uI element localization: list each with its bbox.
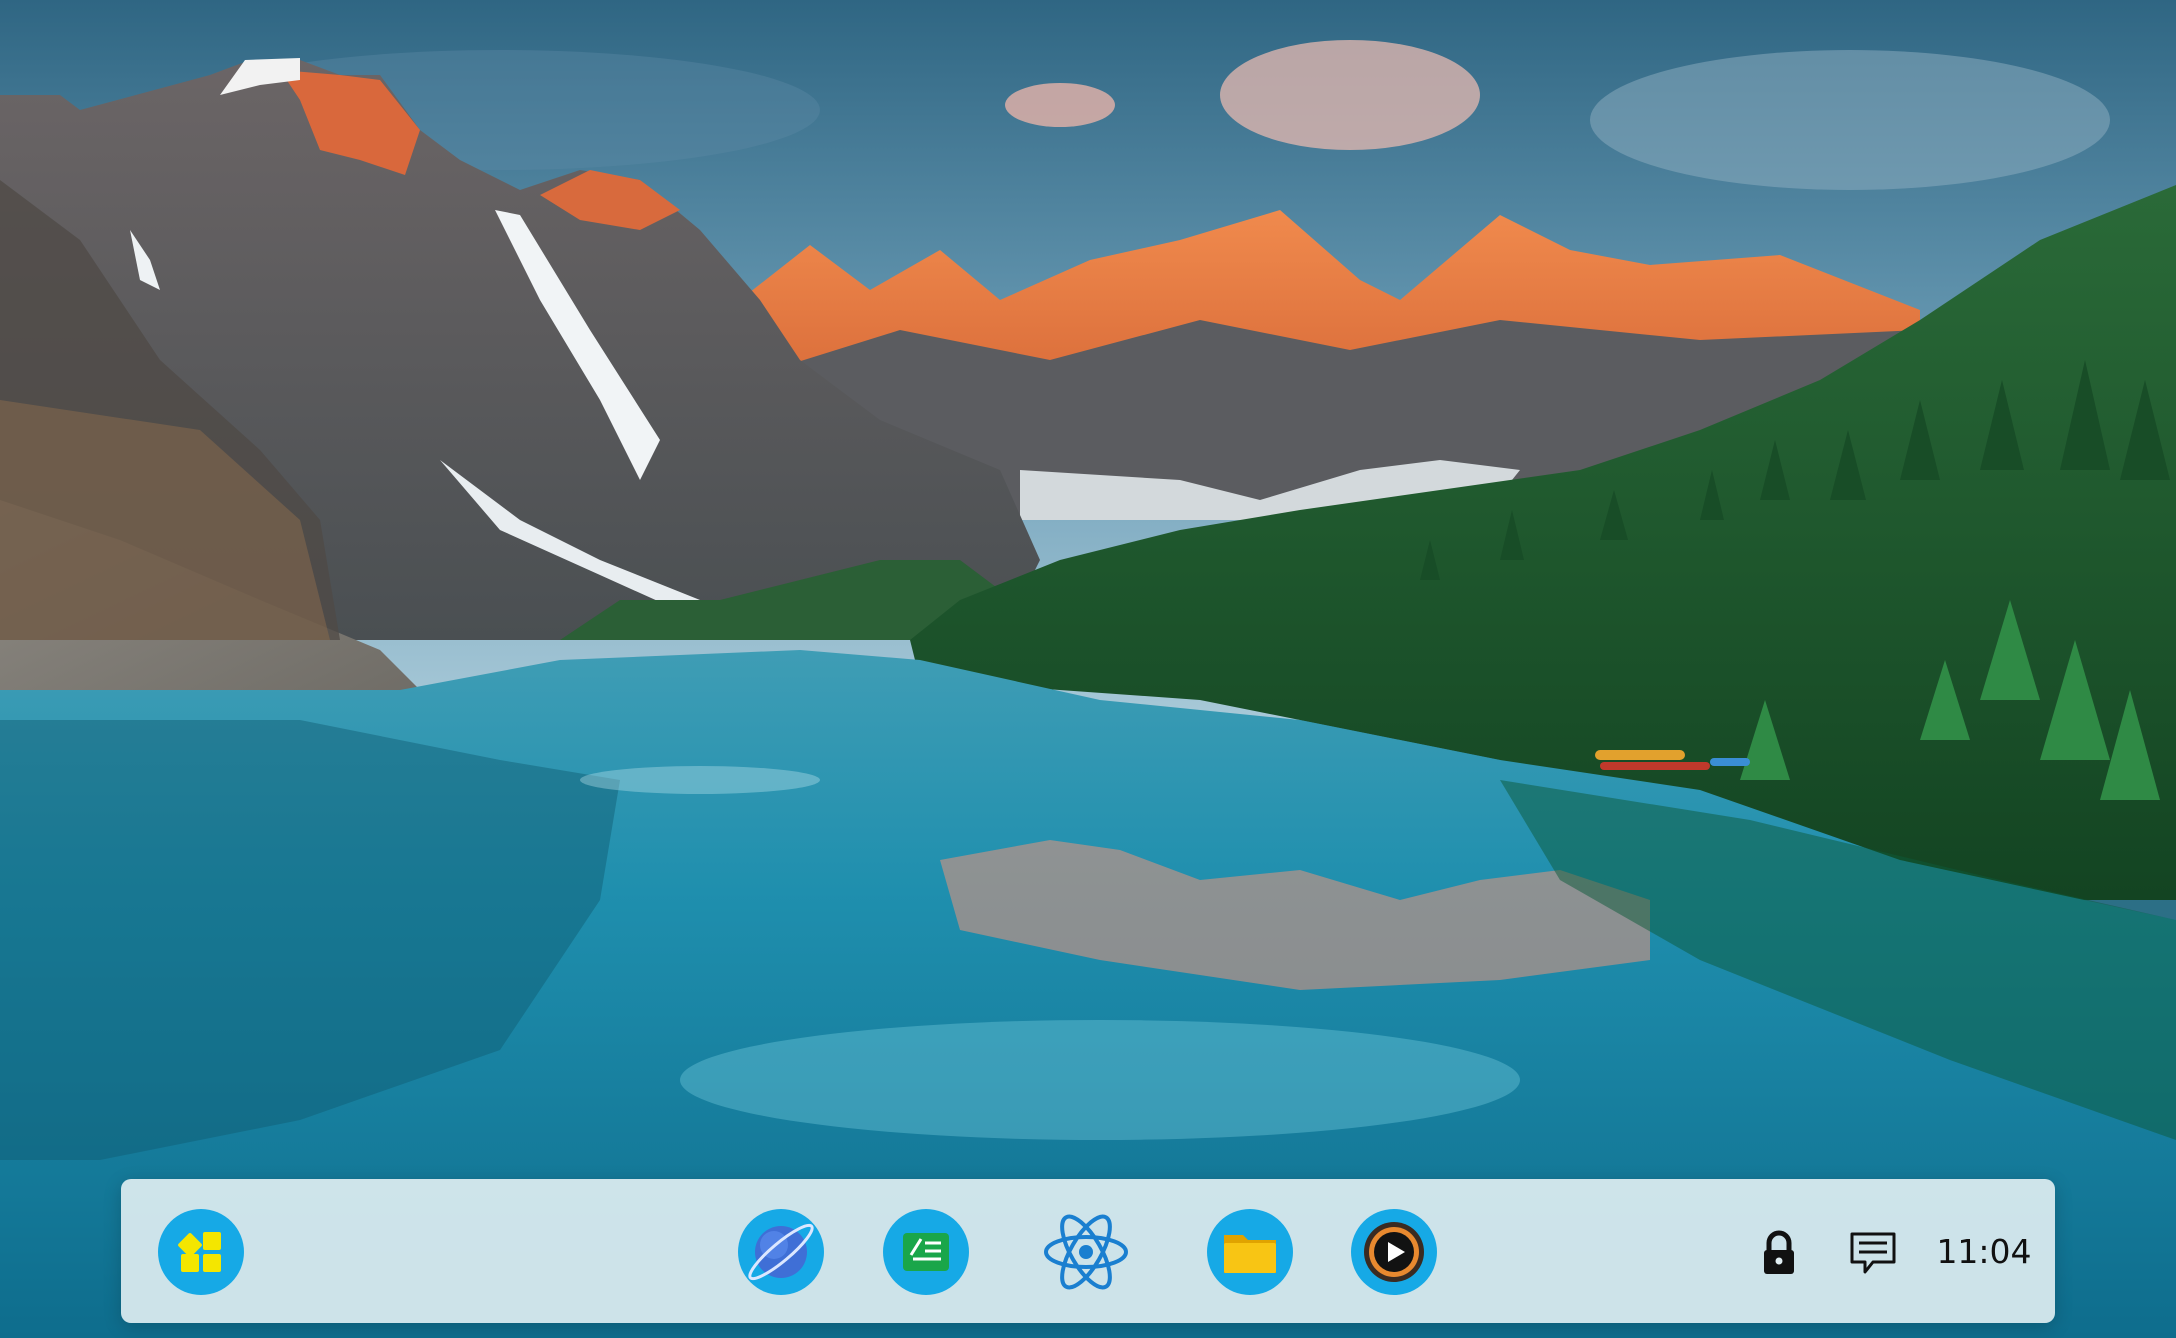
chat-bubble-icon[interactable] [1847, 1227, 1899, 1279]
grid-tiles-icon [158, 1209, 244, 1295]
files-button[interactable] [1207, 1209, 1293, 1295]
editor-button[interactable] [883, 1209, 969, 1295]
react-button[interactable] [1043, 1209, 1129, 1295]
desktop: 11:04 [0, 0, 2176, 1338]
media-player-button[interactable] [1351, 1209, 1437, 1295]
folder-icon [1207, 1209, 1293, 1295]
lock-icon[interactable] [1753, 1227, 1805, 1279]
start-button[interactable] [158, 1209, 244, 1295]
browser-button[interactable] [738, 1209, 824, 1295]
taskbar: 11:04 [121, 1179, 2055, 1323]
note-edit-icon [883, 1209, 969, 1295]
atom-icon [1044, 1214, 1128, 1290]
desktop-wallpaper [0, 0, 2176, 1338]
planet-icon [738, 1209, 824, 1295]
taskbar-clock[interactable]: 11:04 [1934, 1227, 2034, 1277]
play-icon [1351, 1209, 1437, 1295]
